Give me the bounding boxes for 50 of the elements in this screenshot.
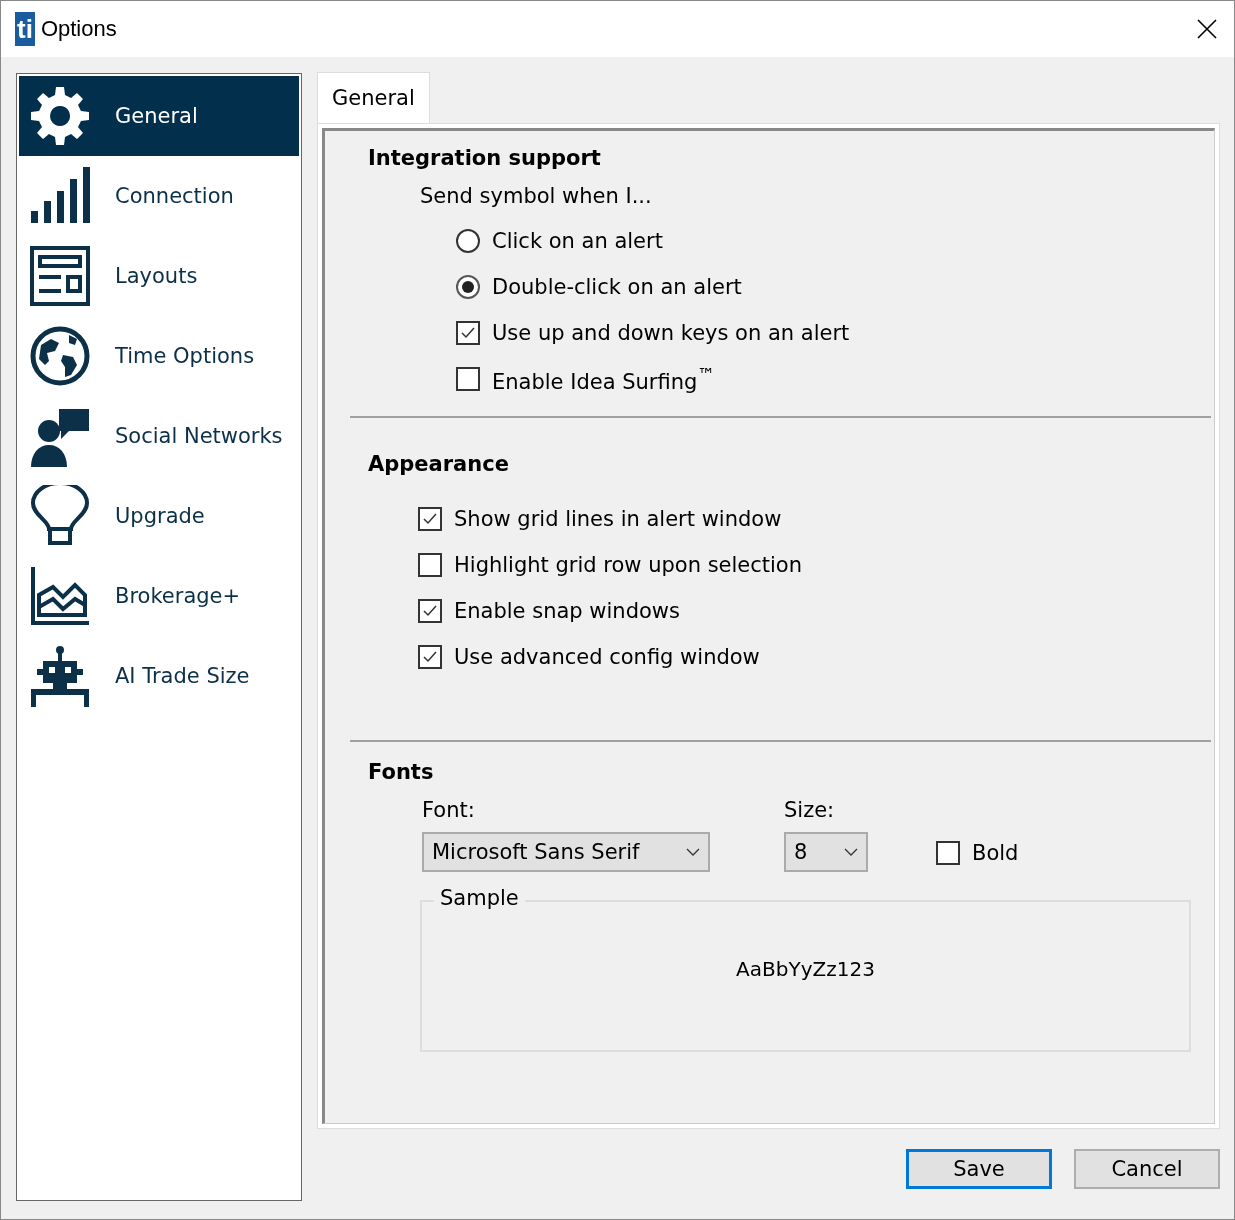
sidebar-item[interactable]: Layouts — [19, 236, 299, 316]
app-logo: ti — [15, 12, 35, 46]
sidebar-item[interactable]: Upgrade — [19, 476, 299, 556]
checkbox[interactable] — [936, 841, 960, 865]
checkbox[interactable] — [456, 321, 480, 345]
chevron-down-icon — [686, 848, 700, 856]
section-heading: Integration support — [368, 146, 602, 170]
checkbox[interactable] — [456, 367, 480, 391]
settings-icon — [29, 85, 91, 147]
section-heading: Fonts — [368, 760, 435, 784]
save-button[interactable]: Save — [906, 1149, 1052, 1189]
chevron-down-icon — [844, 848, 858, 856]
option-label: Double-click on an alert — [492, 275, 742, 299]
option-label: Highlight grid row upon selection — [454, 553, 803, 577]
area-chart-icon — [29, 565, 91, 627]
checkbox[interactable] — [418, 507, 442, 531]
font-dropdown[interactable]: Microsoft Sans Serif — [422, 832, 710, 872]
robot-icon — [29, 645, 91, 707]
sidebar-item[interactable]: AI Trade Size — [19, 636, 299, 716]
field-label: Size: — [784, 798, 836, 822]
layout-icon — [29, 245, 91, 307]
size-dropdown[interactable]: 8 — [784, 832, 868, 872]
field-label: Font: — [422, 798, 476, 822]
close-icon[interactable] — [1196, 18, 1218, 40]
lightbulb-icon — [29, 485, 91, 547]
option-label: Click on an alert — [492, 229, 663, 253]
sidebar-item[interactable]: Connection — [19, 156, 299, 236]
option-label: Show grid lines in alert window — [454, 507, 782, 531]
option-label: Use advanced config window — [454, 645, 760, 669]
option-label: Bold — [972, 841, 1019, 865]
option-label: Use up and down keys on an alert — [492, 321, 850, 345]
option-label: Enable Idea Surfing$^{™}$ — [492, 364, 715, 394]
checkbox[interactable] — [418, 599, 442, 623]
group-label: Sample — [434, 886, 525, 910]
sidebar-item[interactable]: Time Options — [19, 316, 299, 396]
sidebar-item[interactable]: Brokerage+ — [19, 556, 299, 636]
tab[interactable]: General — [317, 72, 430, 123]
sample-text: AaBbYyZz123 — [736, 957, 875, 981]
window-title: Options — [40, 16, 118, 42]
radio-button[interactable] — [456, 275, 480, 299]
sidebar-item[interactable]: Social Networks — [19, 396, 299, 476]
section-heading: Appearance — [368, 452, 510, 476]
globe-icon — [29, 325, 91, 387]
prompt-text: Send symbol when I... — [420, 184, 653, 208]
sidebar-item[interactable]: General — [19, 76, 299, 156]
radio-button[interactable] — [456, 229, 480, 253]
checkbox[interactable] — [418, 645, 442, 669]
option-label: Enable snap windows — [454, 599, 680, 623]
checkbox[interactable] — [418, 553, 442, 577]
cancel-button[interactable]: Cancel — [1074, 1149, 1220, 1189]
